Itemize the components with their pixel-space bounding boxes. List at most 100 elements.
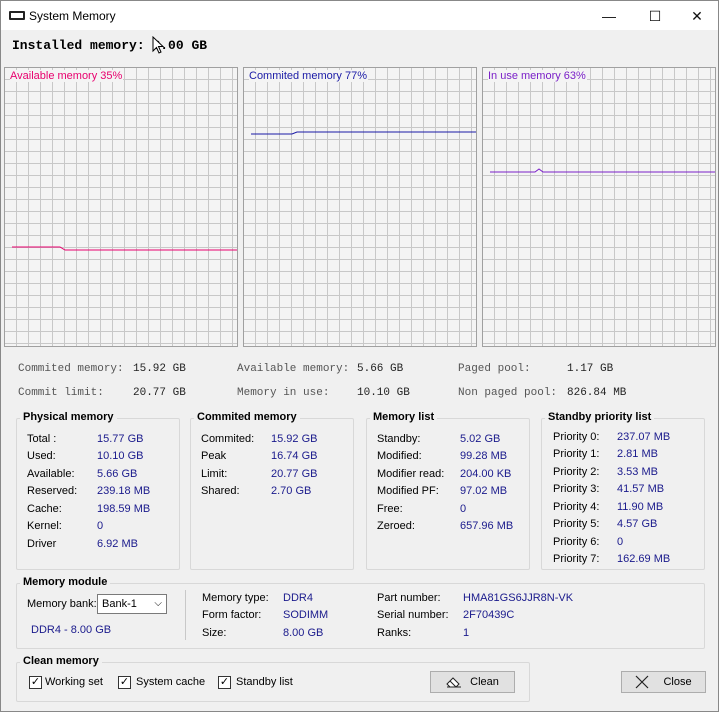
priority-6-value: 0 <box>617 536 624 548</box>
in-use-memory-graph-label: In use memory 63% <box>488 70 587 82</box>
memlist-standby-value: 5.02 GB <box>460 433 501 445</box>
part-number-value: HMA81GS6JJR8N-VK <box>463 592 574 604</box>
clean-button[interactable]: Clean <box>430 671 515 693</box>
priority-7-label: Priority 7: <box>553 553 600 565</box>
available-memory-graph: Available memory 35% <box>4 67 238 347</box>
memory-in-use-label: Memory in use: <box>237 387 330 399</box>
physical-available-value: 5.66 GB <box>97 468 138 480</box>
close-x-icon <box>636 675 649 689</box>
priority-2-value: 3.53 MB <box>617 466 658 478</box>
physical-cache-label: Cache: <box>27 503 62 515</box>
priority-5-label: Priority 5: <box>553 518 600 530</box>
physical-used-label: Used: <box>27 450 56 462</box>
memlist-zeroed-value: 657.96 MB <box>460 520 514 532</box>
memlist-modified-pf-value: 97.02 MB <box>460 485 508 497</box>
priority-0-label: Priority 0: <box>553 431 600 443</box>
commited-commited-value: 15.92 GB <box>271 433 318 445</box>
standby-list-label: Standby list <box>236 676 293 688</box>
priority-1-value: 2.81 MB <box>617 448 658 460</box>
commited-shared-label: Shared: <box>201 485 240 497</box>
priority-7-value: 162.69 MB <box>617 553 671 565</box>
memory-type-value: DDR4 <box>283 592 313 604</box>
priority-4-value: 11.90 MB <box>617 501 664 513</box>
priority-4-label: Priority 4: <box>553 501 600 513</box>
memory-in-use-value: 10.10 GB <box>357 387 410 399</box>
memlist-modified-pf-label: Modified PF: <box>377 485 439 497</box>
memlist-free-label: Free: <box>377 503 403 515</box>
commited-memory-value: 15.92 GB <box>133 363 186 375</box>
memory-module-title: Memory module <box>20 576 111 588</box>
paged-pool-value: 1.17 GB <box>567 363 614 375</box>
system-cache-checkbox[interactable]: ✓ <box>118 676 131 689</box>
commit-limit-value: 20.77 GB <box>133 387 186 399</box>
physical-used-value: 10.10 GB <box>97 450 144 462</box>
standby-list-checkbox[interactable]: ✓ <box>218 676 231 689</box>
form-factor-label: Form factor: <box>202 609 262 621</box>
memory-bank-selected: Bank-1 <box>102 598 137 610</box>
size-value: 8.00 GB <box>283 627 324 639</box>
memlist-modifier-read-label: Modifier read: <box>377 468 445 480</box>
memory-bank-label: Memory bank: <box>27 598 97 610</box>
close-window-button[interactable]: ✕ <box>674 1 719 31</box>
installed-memory: Installed memory: 8.00 GB <box>12 38 207 53</box>
memory-module-group <box>16 583 705 649</box>
clean-memory-title: Clean memory <box>20 655 102 667</box>
physical-cache-value: 198.59 MB <box>97 503 151 515</box>
chevron-down-icon: ⌵ <box>154 598 162 609</box>
available-memory-graph-label: Available memory 35% <box>10 70 124 82</box>
window-title: System Memory <box>29 9 116 23</box>
serial-number-value: 2F70439C <box>463 609 515 621</box>
priority-5-value: 4.57 GB <box>617 518 658 530</box>
memory-bank-select[interactable]: Bank-1 ⌵ <box>97 594 167 614</box>
physical-total-label: Total : <box>27 433 57 445</box>
memlist-modified-label: Modified: <box>377 450 422 462</box>
memory-chip-icon <box>9 11 25 20</box>
commited-shared-value: 2.70 GB <box>271 485 312 497</box>
available-memory-trace <box>12 246 237 251</box>
close-button[interactable]: Close <box>621 671 706 693</box>
physical-kernel-value: 0 <box>97 520 104 532</box>
priority-0-value: 237.07 MB <box>617 431 671 443</box>
physical-reserved-label: Reserved: <box>27 485 78 497</box>
title-bar[interactable]: System Memory — ☐ ✕ <box>0 0 719 30</box>
system-cache-label: System cache <box>136 676 206 688</box>
installed-memory-label: Installed memory: <box>12 38 153 53</box>
physical-available-label: Available: <box>27 468 75 480</box>
physical-reserved-value: 239.18 MB <box>97 485 151 497</box>
available-memory-value: 5.66 GB <box>357 363 404 375</box>
module-separator <box>185 590 186 640</box>
memlist-modified-value: 99.28 MB <box>460 450 508 462</box>
physical-driver-label: Driver <box>27 538 57 550</box>
ranks-value: 1 <box>463 627 470 639</box>
commited-memory-graph-label: Commited memory 77% <box>249 70 368 82</box>
commited-peak-label: Peak <box>201 450 227 462</box>
close-button-label: Close <box>663 676 692 688</box>
working-set-checkbox[interactable]: ✓ <box>29 676 42 689</box>
commited-limit-value: 20.77 GB <box>271 468 318 480</box>
priority-2-label: Priority 2: <box>553 466 600 478</box>
minimize-button[interactable]: — <box>586 1 632 31</box>
commited-limit-label: Limit: <box>201 468 228 480</box>
ranks-label: Ranks: <box>377 627 412 639</box>
module-summary: DDR4 - 8.00 GB <box>31 624 112 636</box>
form-factor-value: SODIMM <box>283 609 329 621</box>
clean-button-label: Clean <box>470 676 499 688</box>
memory-type-label: Memory type: <box>202 592 269 604</box>
commit-limit-label: Commit limit: <box>18 387 104 399</box>
maximize-button[interactable]: ☐ <box>632 1 678 31</box>
memlist-modifier-read-value: 204.00 KB <box>460 468 512 480</box>
commited-memory-label: Commited memory: <box>18 363 124 375</box>
commited-memory-graph: Commited memory 77% <box>243 67 477 347</box>
physical-total-value: 15.77 GB <box>97 433 144 445</box>
available-memory-label: Available memory: <box>237 363 350 375</box>
non-paged-pool-value: 826.84 MB <box>567 387 627 399</box>
priority-3-value: 41.57 MB <box>617 483 665 495</box>
memlist-free-value: 0 <box>460 503 467 515</box>
priority-6-label: Priority 6: <box>553 536 600 548</box>
commited-commited-label: Commited: <box>201 433 255 445</box>
memory-list-title: Memory list <box>370 411 438 423</box>
part-number-label: Part number: <box>377 592 441 604</box>
priority-3-label: Priority 3: <box>553 483 600 495</box>
physical-driver-value: 6.92 MB <box>97 538 138 550</box>
eraser-icon <box>446 677 462 688</box>
